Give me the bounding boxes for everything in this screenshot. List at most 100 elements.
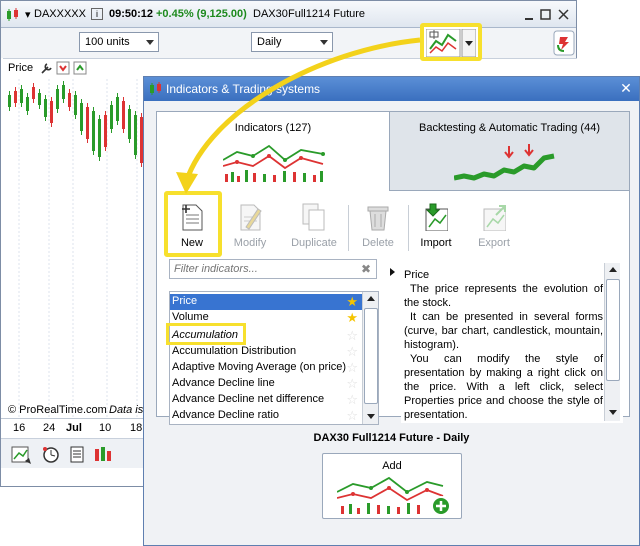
add-chart-icon[interactable] bbox=[11, 446, 31, 464]
panel-splitter[interactable] bbox=[388, 263, 397, 423]
candle bbox=[38, 93, 41, 105]
change-label: +0.45% (9,125.00) bbox=[156, 8, 247, 20]
candle bbox=[68, 93, 71, 107]
chart-toolbar: 100 units Daily bbox=[1, 28, 576, 58]
scroll-up-icon[interactable] bbox=[363, 292, 378, 306]
chevron-down-icon bbox=[316, 33, 332, 51]
scroll-up-icon[interactable] bbox=[605, 263, 620, 277]
candle bbox=[20, 89, 23, 103]
add-plus-icon bbox=[431, 496, 451, 516]
description-paragraph: It can be presented in several forms (cu… bbox=[404, 311, 603, 351]
indicator-description: Price The price represents the evolution… bbox=[401, 263, 623, 423]
document-icon[interactable] bbox=[70, 446, 84, 463]
tab-indicators[interactable]: Indicators (127) bbox=[156, 111, 390, 192]
candle bbox=[110, 105, 113, 129]
candle bbox=[128, 109, 131, 139]
star-outline-icon[interactable]: ☆ bbox=[346, 328, 358, 344]
description-heading: Price bbox=[404, 269, 430, 281]
candle bbox=[122, 101, 125, 129]
duplicate-icon bbox=[302, 203, 325, 231]
star-outline-icon[interactable]: ☆ bbox=[346, 408, 358, 424]
modify-button[interactable]: Modify bbox=[220, 199, 280, 255]
maximize-panel-icon[interactable] bbox=[73, 61, 87, 75]
maximize-icon[interactable] bbox=[540, 9, 551, 20]
add-button[interactable]: Add bbox=[322, 453, 462, 519]
list-item[interactable]: Price ★ bbox=[170, 294, 362, 310]
candle bbox=[56, 89, 59, 109]
indicators-button[interactable] bbox=[420, 23, 482, 61]
bar-chart-icon[interactable] bbox=[95, 447, 111, 461]
indicators-list[interactable]: Price ★ Volume ★ Accumulation ☆ Accumulatio… bbox=[169, 291, 379, 425]
candle bbox=[80, 103, 83, 131]
description-paragraph: You can modify the style of presentation… bbox=[404, 353, 603, 421]
minimize-panel-icon[interactable] bbox=[56, 61, 70, 75]
favorite-star-icon[interactable]: ★ bbox=[346, 294, 358, 310]
symbol-label[interactable]: DAXXXXX bbox=[34, 8, 86, 20]
add-indicator-chart-icon bbox=[337, 476, 451, 516]
price-panel-label: Price bbox=[8, 62, 34, 74]
dialog-title: Indicators & Trading systems bbox=[166, 82, 321, 96]
dialog-tabs: Indicators (127) Backtesting & Automatic… bbox=[156, 111, 630, 192]
candlestick-icon bbox=[150, 82, 161, 95]
export-icon bbox=[483, 205, 506, 231]
scroll-down-icon[interactable] bbox=[363, 410, 378, 424]
time-label: 09:50:12 bbox=[109, 8, 154, 20]
candle bbox=[98, 119, 101, 157]
wrench-icon[interactable] bbox=[41, 63, 52, 74]
instrument-title: DAX30 Full1214 Future - Daily bbox=[313, 432, 470, 444]
list-item[interactable]: Accumulation Distribution ☆ bbox=[170, 344, 362, 360]
filter-indicators-input[interactable] bbox=[172, 261, 352, 277]
description-scrollbar[interactable] bbox=[604, 263, 620, 421]
description-paragraph: The price represents the evolution of th… bbox=[404, 283, 603, 309]
info-icon[interactable]: i bbox=[91, 8, 103, 20]
candle bbox=[116, 97, 119, 121]
indicators-chart-icon bbox=[223, 144, 325, 182]
candle bbox=[134, 115, 137, 155]
scroll-down-icon[interactable] bbox=[605, 406, 620, 420]
candle bbox=[104, 115, 107, 147]
star-outline-icon[interactable]: ☆ bbox=[346, 376, 358, 392]
candlestick-icon bbox=[7, 8, 18, 21]
import-button[interactable]: Import bbox=[406, 199, 466, 255]
axis-tick: Jul bbox=[66, 422, 82, 434]
axis-tick: 24 bbox=[43, 422, 56, 434]
candle bbox=[50, 101, 53, 123]
candle bbox=[92, 111, 95, 151]
favorite-star-icon[interactable]: ★ bbox=[346, 310, 358, 326]
copyright-label: © ProRealTime.com bbox=[8, 404, 107, 416]
list-item[interactable]: Advance Decline ratio ☆ bbox=[170, 408, 362, 424]
duplicate-button[interactable]: Duplicate bbox=[284, 199, 344, 255]
export-button[interactable]: Export bbox=[464, 199, 524, 255]
period-select[interactable]: Daily bbox=[251, 32, 333, 52]
clear-filter-icon[interactable]: ✖ bbox=[361, 262, 371, 276]
star-outline-icon[interactable]: ☆ bbox=[346, 344, 358, 360]
list-item[interactable]: Advance Decline net difference ☆ bbox=[170, 392, 362, 408]
star-outline-icon[interactable]: ☆ bbox=[346, 360, 358, 376]
candle bbox=[86, 107, 89, 139]
edit-document-icon bbox=[240, 204, 262, 231]
tab-backtesting[interactable]: Backtesting & Automatic Trading (44) bbox=[389, 111, 630, 191]
close-icon[interactable] bbox=[558, 9, 569, 20]
close-icon[interactable]: ✕ bbox=[618, 80, 634, 96]
candle bbox=[32, 87, 35, 99]
scroll-thumb[interactable] bbox=[606, 279, 620, 381]
contract-label: Full1214 Future bbox=[288, 8, 366, 20]
list-item[interactable]: Advance Decline line ☆ bbox=[170, 376, 362, 392]
filter-indicators-field[interactable]: ✖ bbox=[169, 259, 377, 279]
chart-window-titlebar: ▾ DAXXXXX i 09:50:12 +0.45% (9,125.00) D… bbox=[1, 1, 576, 28]
clock-icon[interactable] bbox=[43, 447, 59, 463]
trash-icon bbox=[367, 206, 389, 231]
candle bbox=[44, 99, 47, 117]
candle bbox=[74, 95, 77, 115]
scroll-thumb[interactable] bbox=[364, 308, 378, 404]
refresh-icon[interactable] bbox=[553, 30, 575, 56]
list-scrollbar[interactable] bbox=[362, 292, 378, 424]
new-button-highlight bbox=[164, 191, 222, 257]
list-item[interactable]: Adaptive Moving Average (on price) ☆ bbox=[170, 360, 362, 376]
delete-button[interactable]: Delete bbox=[348, 199, 408, 255]
candle bbox=[8, 95, 11, 107]
star-outline-icon[interactable]: ☆ bbox=[346, 392, 358, 408]
chevron-down-icon[interactable]: ▾ bbox=[25, 8, 31, 21]
indicators-dialog: Indicators & Trading systems ✕ Indicator… bbox=[143, 76, 640, 546]
units-select[interactable]: 100 units bbox=[79, 32, 159, 52]
